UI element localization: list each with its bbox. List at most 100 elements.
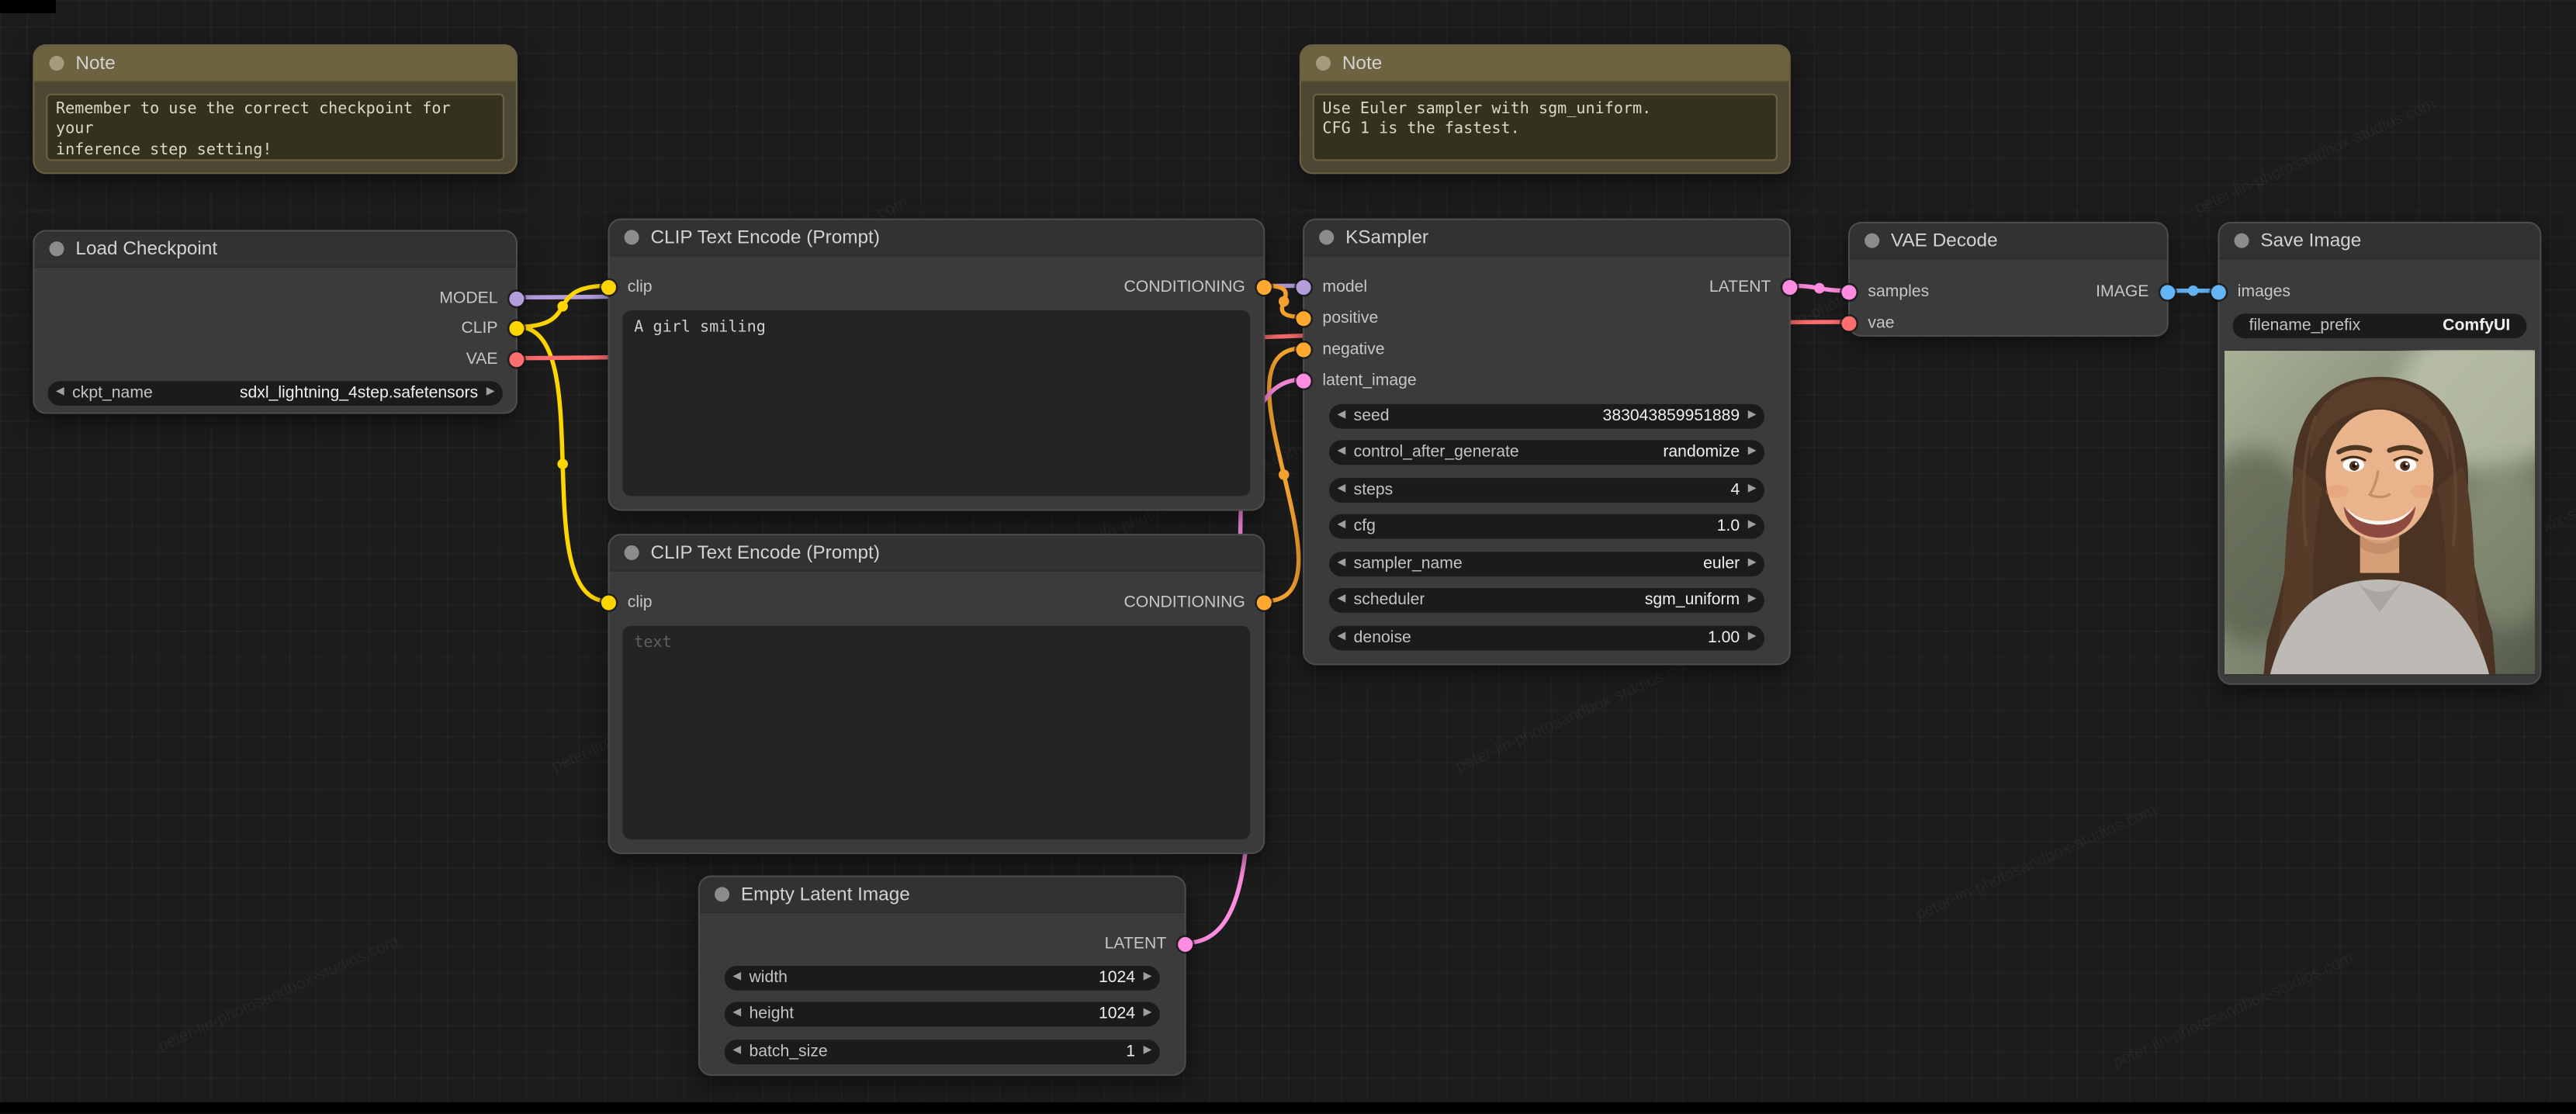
node-header[interactable]: Load Checkpoint bbox=[34, 231, 516, 268]
next-arrow-icon[interactable]: ▶ bbox=[1144, 1008, 1152, 1020]
node-header[interactable]: Note bbox=[34, 46, 516, 82]
ckpt-name-widget[interactable]: ◀ ckpt_name sdxl_lightning_4step.safeten… bbox=[47, 381, 503, 406]
node-header[interactable]: VAE Decode bbox=[1850, 223, 2167, 260]
prev-arrow-icon[interactable]: ◀ bbox=[56, 387, 64, 399]
widget-value: ComfyUI bbox=[2443, 317, 2511, 335]
input-port-clip[interactable] bbox=[601, 595, 616, 611]
link-midpoint-dot[interactable] bbox=[2187, 285, 2199, 296]
output-port-model[interactable] bbox=[509, 291, 525, 306]
output-port-conditioning[interactable] bbox=[1256, 279, 1272, 296]
prompt-textarea[interactable]: text bbox=[622, 625, 1251, 839]
collapse-dot-icon[interactable] bbox=[49, 241, 64, 257]
graph-canvas[interactable]: peter-lin-photosandbox-studios.com peter… bbox=[0, 0, 2576, 1114]
node-title: Note bbox=[75, 53, 116, 74]
prev-arrow-icon[interactable]: ◀ bbox=[1337, 483, 1345, 495]
input-port-images[interactable] bbox=[2211, 285, 2226, 300]
collapse-dot-icon[interactable] bbox=[1864, 233, 1880, 248]
node-ksampler[interactable]: KSampler model positive negative latent_… bbox=[1296, 218, 1798, 666]
cfg-widget[interactable]: ◀ cfg 1.0 ▶ bbox=[1328, 514, 1764, 539]
next-arrow-icon[interactable]: ▶ bbox=[486, 387, 495, 399]
link-midpoint-dot[interactable] bbox=[1814, 282, 1825, 294]
input-label: latent_image bbox=[1322, 372, 1417, 390]
width-widget[interactable]: ◀ width 1024 ▶ bbox=[724, 964, 1160, 990]
sampler-name-widget[interactable]: ◀ sampler_name euler ▶ bbox=[1328, 551, 1764, 576]
scheduler-widget[interactable]: ◀ scheduler sgm_uniform ▶ bbox=[1328, 587, 1764, 613]
widget-value: sgm_uniform bbox=[1644, 591, 1740, 610]
input-label: model bbox=[1322, 278, 1368, 297]
collapse-dot-icon[interactable] bbox=[1315, 55, 1331, 71]
input-port-samples[interactable] bbox=[1841, 285, 1857, 300]
node-title: Save Image bbox=[2260, 230, 2362, 251]
node-title: Empty Latent Image bbox=[740, 884, 910, 905]
prev-arrow-icon[interactable]: ◀ bbox=[732, 1045, 741, 1057]
filename-prefix-widget[interactable]: filename_prefix ComfyUI bbox=[2232, 313, 2527, 339]
next-arrow-icon[interactable]: ▶ bbox=[1748, 446, 1757, 458]
node-header[interactable]: KSampler bbox=[1304, 220, 1789, 257]
node-clip-text-encode-negative[interactable]: CLIP Text Encode (Prompt) clip CONDITION… bbox=[601, 534, 1272, 854]
collapse-dot-icon[interactable] bbox=[624, 230, 639, 245]
next-arrow-icon[interactable]: ▶ bbox=[1748, 631, 1757, 643]
node-header[interactable]: CLIP Text Encode (Prompt) bbox=[609, 535, 1264, 572]
input-port-latent-image[interactable] bbox=[1296, 373, 1311, 389]
output-port-image[interactable] bbox=[2160, 285, 2176, 300]
denoise-widget[interactable]: ◀ denoise 1.00 ▶ bbox=[1328, 624, 1764, 650]
widget-value: randomize bbox=[1663, 443, 1740, 462]
node-header[interactable]: Note bbox=[1300, 46, 1789, 82]
link-midpoint-dot[interactable] bbox=[1278, 296, 1290, 307]
canvas-corner-notch bbox=[0, 0, 56, 13]
prev-arrow-icon[interactable]: ◀ bbox=[732, 1008, 741, 1020]
batch-size-widget[interactable]: ◀ batch_size 1 ▶ bbox=[724, 1039, 1160, 1064]
control-after-generate-widget[interactable]: ◀ control_after_generate randomize ▶ bbox=[1328, 440, 1764, 465]
next-arrow-icon[interactable]: ▶ bbox=[1144, 971, 1152, 983]
seed-widget[interactable]: ◀ seed 383043859951889 ▶ bbox=[1328, 403, 1764, 428]
next-arrow-icon[interactable]: ▶ bbox=[1144, 1045, 1152, 1057]
output-port-clip[interactable] bbox=[509, 320, 525, 336]
prev-arrow-icon[interactable]: ◀ bbox=[1337, 594, 1345, 606]
input-port-vae[interactable] bbox=[1841, 316, 1857, 331]
input-port-positive[interactable] bbox=[1296, 311, 1311, 327]
node-vae-decode[interactable]: VAE Decode samples vae IMAGE bbox=[1841, 221, 2176, 337]
prev-arrow-icon[interactable]: ◀ bbox=[1337, 557, 1345, 569]
link-midpoint-dot[interactable] bbox=[1278, 469, 1290, 480]
steps-widget[interactable]: ◀ steps 4 ▶ bbox=[1328, 477, 1764, 502]
link-midpoint-dot[interactable] bbox=[557, 458, 568, 469]
input-port-model[interactable] bbox=[1296, 279, 1311, 296]
prev-arrow-icon[interactable]: ◀ bbox=[732, 971, 741, 983]
next-arrow-icon[interactable]: ▶ bbox=[1748, 410, 1757, 421]
output-port-vae[interactable] bbox=[509, 352, 525, 368]
input-port-clip[interactable] bbox=[601, 279, 616, 296]
next-arrow-icon[interactable]: ▶ bbox=[1748, 521, 1757, 532]
collapse-dot-icon[interactable] bbox=[715, 887, 730, 902]
output-port-latent[interactable] bbox=[1178, 936, 1193, 952]
prev-arrow-icon[interactable]: ◀ bbox=[1337, 446, 1345, 458]
collapse-dot-icon[interactable] bbox=[624, 545, 639, 560]
widget-label: width bbox=[749, 968, 788, 987]
node-load-checkpoint[interactable]: Load Checkpoint MODEL CLIP VAE ◀ ckpt_na… bbox=[33, 230, 525, 414]
node-header[interactable]: Save Image bbox=[2219, 223, 2540, 260]
output-port-latent[interactable] bbox=[1782, 279, 1798, 296]
next-arrow-icon[interactable]: ▶ bbox=[1748, 594, 1757, 606]
widget-label: height bbox=[749, 1005, 795, 1024]
prompt-textarea[interactable]: A girl smiling bbox=[622, 310, 1251, 496]
node-note-2[interactable]: Note Use Euler sampler with sgm_uniform.… bbox=[1299, 44, 1791, 175]
node-note-1[interactable]: Note Remember to use the correct checkpo… bbox=[33, 44, 518, 175]
node-header[interactable]: CLIP Text Encode (Prompt) bbox=[609, 220, 1264, 257]
node-header[interactable]: Empty Latent Image bbox=[699, 877, 1185, 914]
collapse-dot-icon[interactable] bbox=[1319, 230, 1335, 245]
input-port-negative[interactable] bbox=[1296, 342, 1311, 358]
node-empty-latent-image[interactable]: Empty Latent Image LATENT ◀ width 1024 ▶… bbox=[698, 875, 1193, 1076]
output-port-conditioning[interactable] bbox=[1256, 595, 1272, 611]
prev-arrow-icon[interactable]: ◀ bbox=[1337, 521, 1345, 532]
node-clip-text-encode-positive[interactable]: CLIP Text Encode (Prompt) clip CONDITION… bbox=[601, 218, 1272, 511]
height-widget[interactable]: ◀ height 1024 ▶ bbox=[724, 1002, 1160, 1027]
link-midpoint-dot[interactable] bbox=[557, 301, 568, 312]
prev-arrow-icon[interactable]: ◀ bbox=[1337, 410, 1345, 421]
next-arrow-icon[interactable]: ▶ bbox=[1748, 557, 1757, 569]
next-arrow-icon[interactable]: ▶ bbox=[1748, 483, 1757, 495]
note-text[interactable]: Use Euler sampler with sgm_uniform. CFG … bbox=[1312, 93, 1778, 161]
node-save-image[interactable]: Save Image images filename_prefix ComfyU… bbox=[2211, 221, 2542, 685]
collapse-dot-icon[interactable] bbox=[49, 55, 64, 71]
prev-arrow-icon[interactable]: ◀ bbox=[1337, 631, 1345, 643]
collapse-dot-icon[interactable] bbox=[2234, 233, 2249, 248]
note-text[interactable]: Remember to use the correct checkpoint f… bbox=[46, 93, 505, 161]
